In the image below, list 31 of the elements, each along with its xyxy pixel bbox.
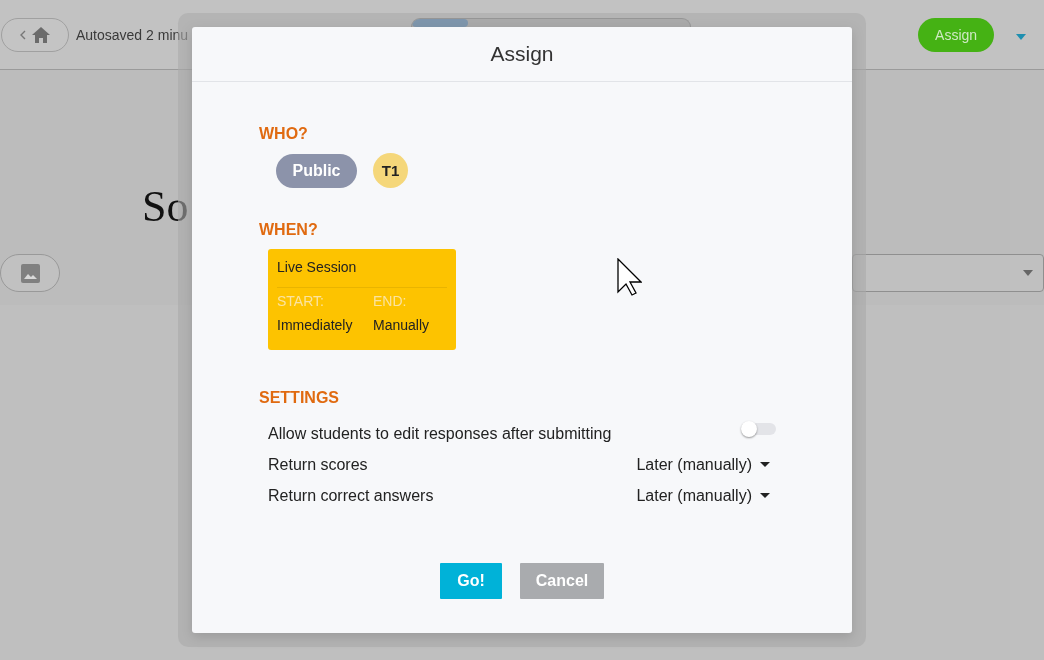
image-icon bbox=[20, 263, 40, 283]
section-heading: SETTINGS bbox=[259, 389, 340, 407]
image-button[interactable] bbox=[0, 254, 60, 292]
session-card[interactable]: Live Session START: END: Immediately Manually bbox=[268, 249, 456, 350]
caret-icon bbox=[760, 462, 770, 467]
dropdown-field[interactable] bbox=[852, 254, 1044, 292]
start-label: START: bbox=[277, 293, 325, 309]
end-label: END: bbox=[373, 293, 408, 309]
home-icon bbox=[32, 26, 50, 43]
section-heading: WHO? bbox=[259, 125, 309, 143]
end-value: Manually bbox=[373, 317, 431, 333]
dropdown[interactable]: Later (manually) bbox=[636, 455, 770, 474]
setting-label: Return scores bbox=[268, 455, 368, 474]
segmented-toggle[interactable] bbox=[411, 18, 692, 27]
setting-label: Return correct answers bbox=[268, 486, 434, 505]
caret-icon bbox=[760, 493, 770, 498]
class-avatar[interactable]: T1 bbox=[373, 153, 408, 188]
page-title: So bbox=[142, 182, 189, 232]
toggle-switch[interactable] bbox=[741, 422, 776, 435]
section-heading: WHEN? bbox=[259, 221, 319, 239]
dialog-title: Assign bbox=[490, 42, 554, 66]
setting-label: Allow students to edit responses after submitting bbox=[268, 424, 612, 443]
dropdown[interactable]: Later (manually) bbox=[636, 486, 770, 505]
home-button[interactable] bbox=[1, 17, 69, 52]
caret-icon[interactable] bbox=[1016, 33, 1027, 40]
autosave-status: Autosaved 2 minu bbox=[76, 26, 189, 43]
chevron-left-icon bbox=[20, 29, 26, 40]
caret-icon bbox=[1023, 270, 1033, 276]
cursor-icon bbox=[617, 258, 642, 296]
start-value: Immediately bbox=[277, 317, 354, 333]
session-title: Live Session bbox=[277, 259, 357, 275]
